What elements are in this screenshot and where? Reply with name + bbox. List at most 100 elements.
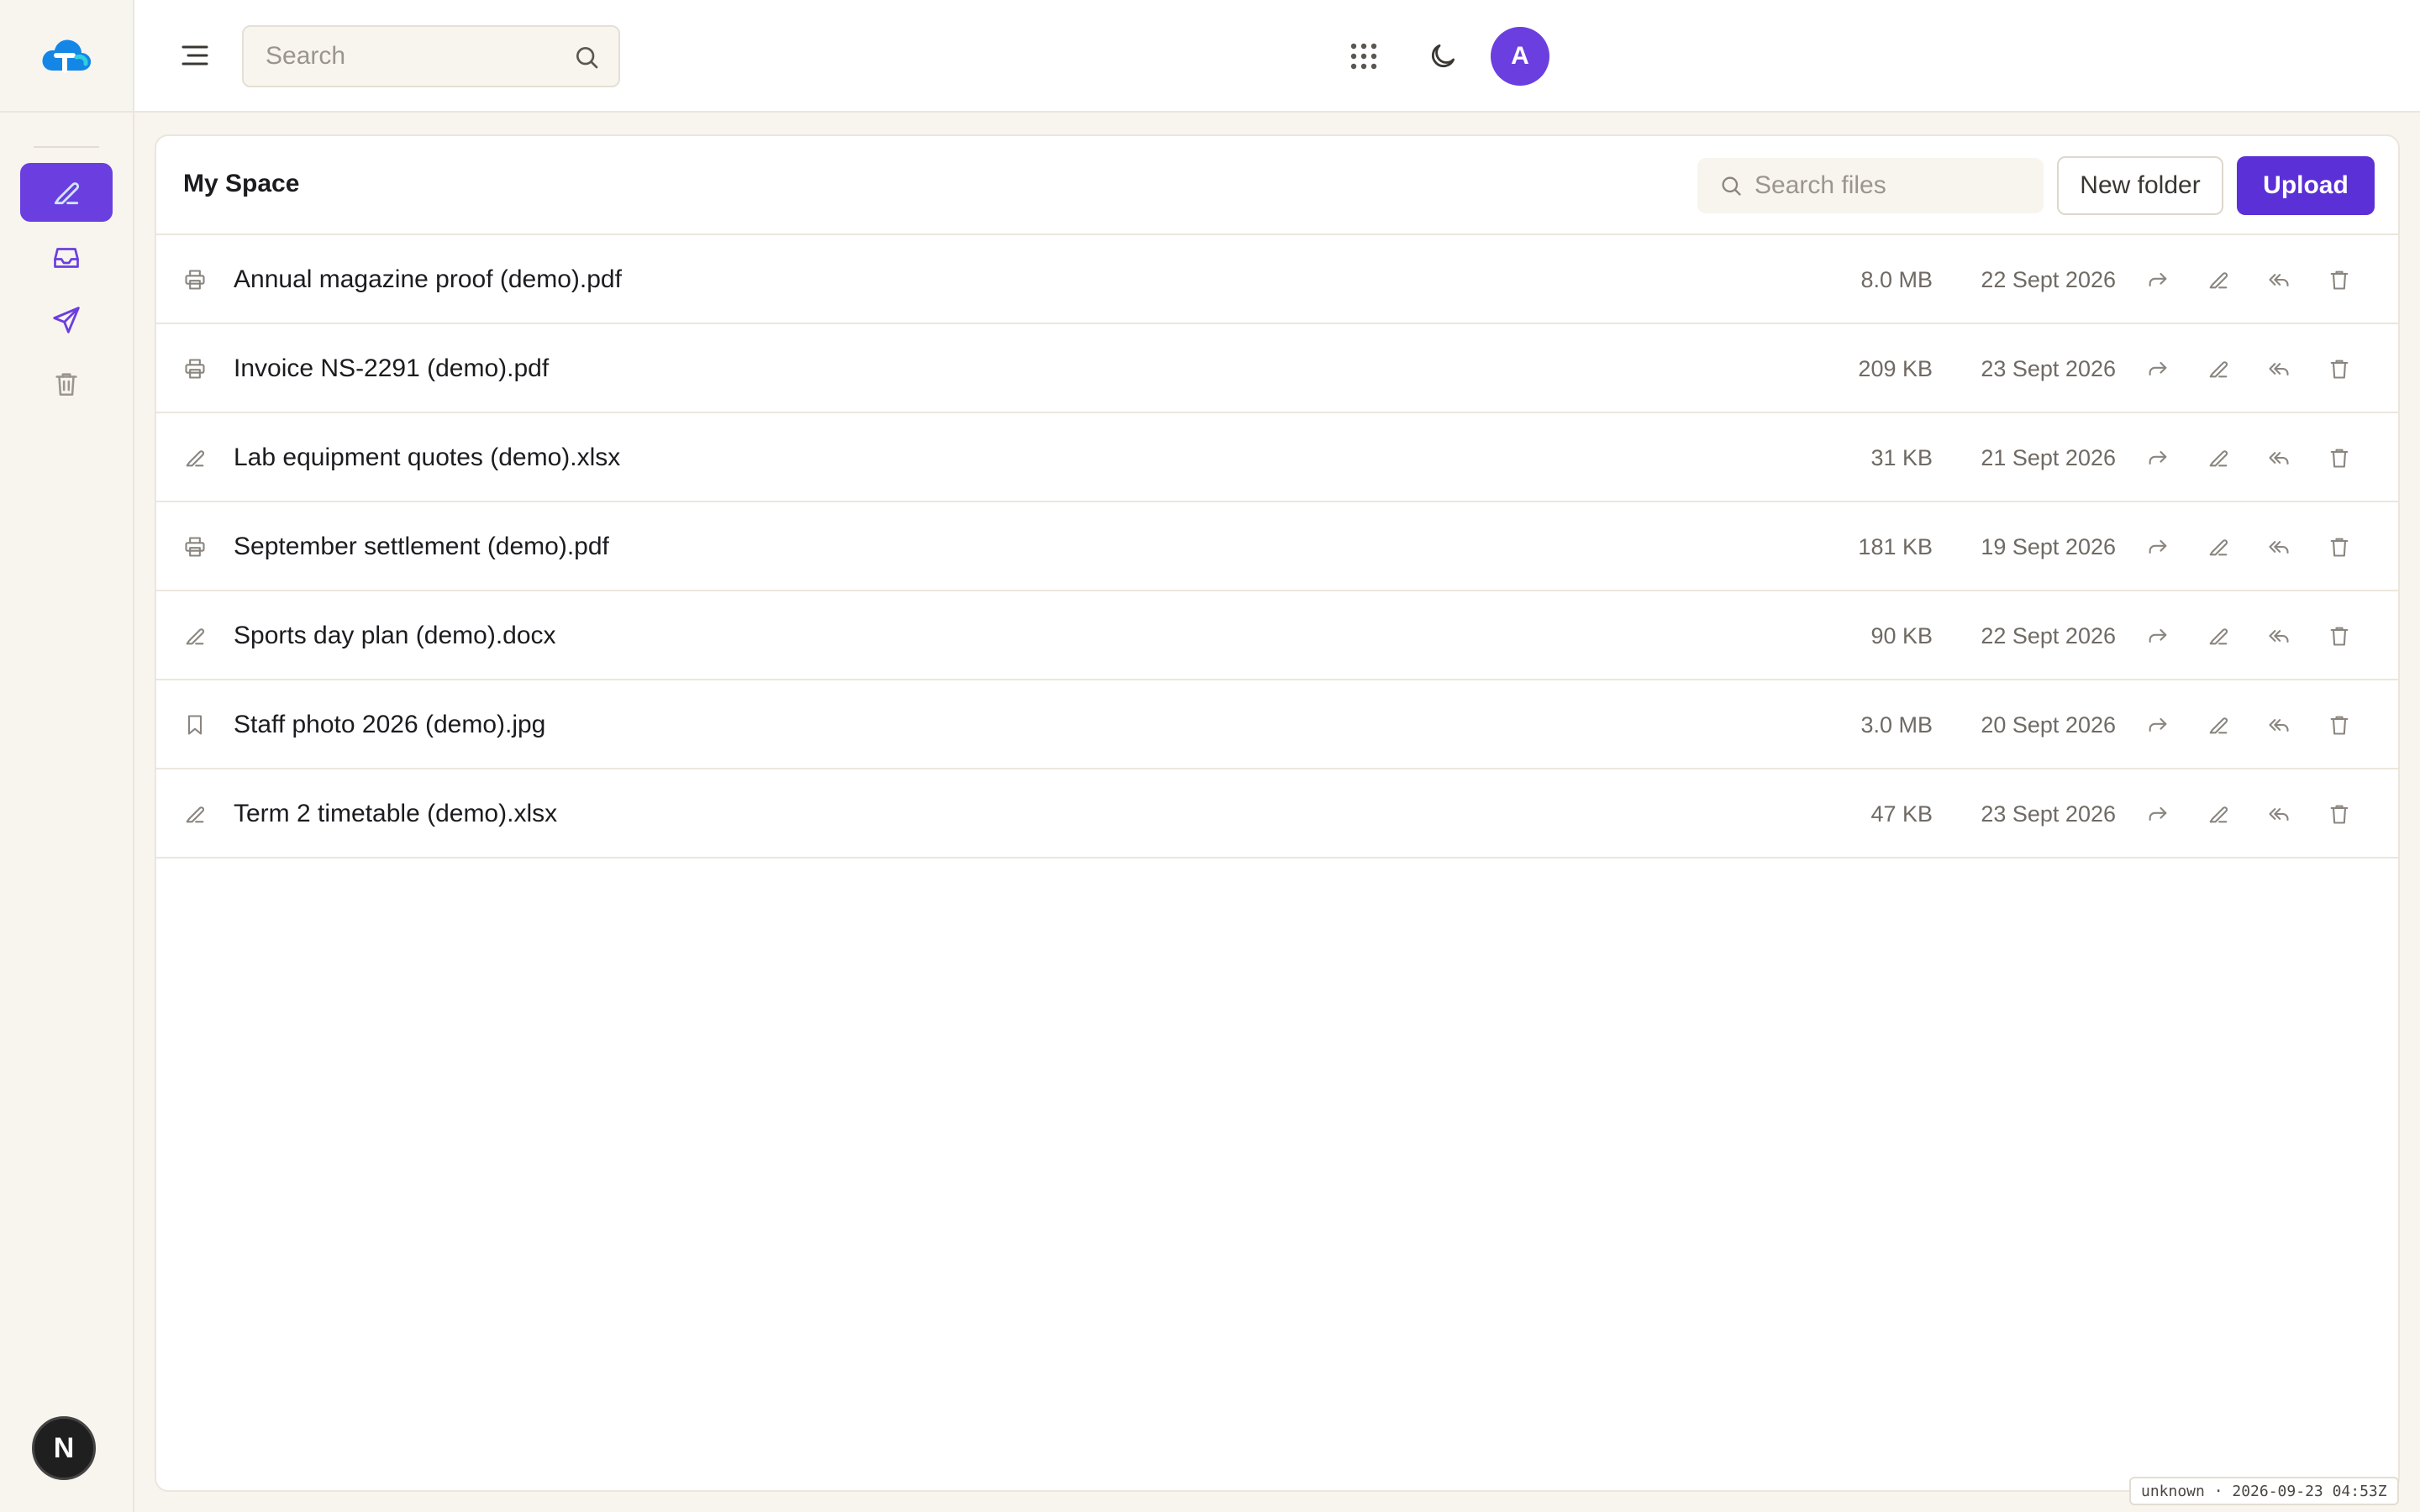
edit-button[interactable]	[2203, 532, 2233, 562]
global-search	[242, 25, 620, 87]
user-avatar[interactable]: A	[1491, 27, 1549, 86]
file-row[interactable]: Invoice NS-2291 (demo).pdf 209 KB 23 Sept …	[156, 324, 2398, 413]
delete-button[interactable]	[2324, 354, 2354, 384]
file-size: 181 KB	[1858, 534, 1933, 559]
reply-all-button[interactable]	[2264, 799, 2294, 829]
trash-icon	[55, 373, 77, 396]
inbox-icon	[54, 248, 79, 268]
search-icon	[1722, 176, 1741, 196]
trash-icon	[2330, 270, 2349, 290]
forward-button[interactable]	[2143, 443, 2173, 473]
printer-icon	[183, 535, 207, 559]
trash-icon	[2330, 449, 2349, 468]
bookmark-icon	[183, 713, 207, 737]
rail-item-sent[interactable]	[20, 291, 113, 349]
file-date: 20 Sept 2026	[1981, 712, 2116, 738]
forward-button[interactable]	[2143, 621, 2173, 651]
delete-button[interactable]	[2324, 443, 2354, 473]
file-date: 19 Sept 2026	[1981, 534, 2116, 559]
reply-all-icon	[2269, 808, 2289, 822]
file-search	[1697, 158, 2044, 213]
edit-button[interactable]	[2203, 799, 2233, 829]
file-date: 21 Sept 2026	[1981, 445, 2116, 470]
moon-icon	[1431, 44, 1455, 68]
file-name[interactable]: Sports day plan (demo).docx	[234, 622, 556, 650]
file-row[interactable]: Term 2 timetable (demo).xlsx 47 KB 23 Sept…	[156, 769, 2398, 858]
file-size: 8.0 MB	[1860, 267, 1933, 292]
file-search-input[interactable]	[1754, 171, 2023, 200]
forward-button[interactable]	[2143, 354, 2173, 384]
forward-button[interactable]	[2143, 532, 2173, 562]
file-row[interactable]: September settlement (demo).pdf 181 KB 19 …	[156, 502, 2398, 591]
pencil-icon	[2209, 272, 2228, 289]
upload-button[interactable]: Upload	[2237, 156, 2375, 215]
forward-button[interactable]	[2143, 710, 2173, 740]
reply-all-icon	[2269, 630, 2289, 643]
delete-button[interactable]	[2324, 265, 2354, 295]
rail-item-trash[interactable]	[20, 354, 113, 413]
reply-all-icon	[2269, 363, 2289, 376]
file-size: 31 KB	[1870, 445, 1933, 470]
forward-button[interactable]	[2143, 799, 2173, 829]
trash-icon	[2330, 716, 2349, 735]
file-size: 209 KB	[1858, 356, 1933, 381]
file-name[interactable]: September settlement (demo).pdf	[234, 533, 609, 561]
reply-all-button[interactable]	[2264, 354, 2294, 384]
reply-all-icon	[2269, 274, 2289, 287]
cloud-logo-icon	[42, 39, 92, 73]
delete-button[interactable]	[2324, 532, 2354, 562]
forward-icon	[2149, 361, 2167, 376]
search-icon[interactable]	[573, 44, 600, 71]
rail-item-inbox[interactable]	[20, 228, 113, 287]
edit-button[interactable]	[2203, 621, 2233, 651]
hamburger-menu-icon	[182, 45, 208, 66]
edit-button[interactable]	[2203, 354, 2233, 384]
menu-button[interactable]	[175, 35, 215, 76]
delete-button[interactable]	[2324, 799, 2354, 829]
new-folder-button[interactable]: New folder	[2057, 156, 2223, 215]
bottom-avatar[interactable]: N	[32, 1416, 96, 1480]
reply-all-button[interactable]	[2264, 621, 2294, 651]
file-name[interactable]: Annual magazine proof (demo).pdf	[234, 265, 622, 294]
file-name[interactable]: Term 2 timetable (demo).xlsx	[234, 800, 557, 828]
pencil-icon	[183, 624, 207, 648]
my-space-panel: My Space New folder Upload Annual magazi…	[155, 134, 2400, 1492]
page-title: My Space	[183, 170, 300, 197]
top-bar: A	[134, 0, 2420, 113]
footer-stamp: unknown · 2026-09-23 04:53Z	[2129, 1477, 2399, 1505]
file-row[interactable]: Staff photo 2026 (demo).jpg 3.0 MB 20 Sept…	[156, 680, 2398, 769]
delete-button[interactable]	[2324, 710, 2354, 740]
pencil-icon	[183, 802, 207, 826]
file-name[interactable]: Invoice NS-2291 (demo).pdf	[234, 354, 549, 383]
reply-all-button[interactable]	[2264, 532, 2294, 562]
global-search-input[interactable]	[266, 42, 551, 71]
file-row[interactable]: Lab equipment quotes (demo).xlsx 31 KB 21 …	[156, 413, 2398, 502]
forward-button[interactable]	[2143, 265, 2173, 295]
file-row[interactable]: Annual magazine proof (demo).pdf 8.0 MB 22…	[156, 235, 2398, 324]
edit-button[interactable]	[2203, 443, 2233, 473]
file-name[interactable]: Staff photo 2026 (demo).jpg	[234, 711, 545, 739]
pencil-icon	[2209, 361, 2228, 378]
left-rail: N	[0, 0, 134, 1512]
rail-divider	[34, 146, 99, 148]
file-row[interactable]: Sports day plan (demo).docx 90 KB 22 Sept …	[156, 591, 2398, 680]
reply-all-button[interactable]	[2264, 443, 2294, 473]
reply-all-button[interactable]	[2264, 265, 2294, 295]
rail-item-edit[interactable]	[20, 163, 113, 222]
edit-button[interactable]	[2203, 710, 2233, 740]
printer-icon	[183, 268, 207, 291]
file-name[interactable]: Lab equipment quotes (demo).xlsx	[234, 444, 620, 472]
reply-all-icon	[2269, 452, 2289, 465]
file-size: 90 KB	[1870, 623, 1933, 648]
panel-header: My Space New folder Upload	[156, 136, 2398, 235]
file-date: 23 Sept 2026	[1981, 801, 2116, 827]
apps-grid-button[interactable]	[1343, 35, 1385, 77]
reply-all-button[interactable]	[2264, 710, 2294, 740]
dark-mode-toggle[interactable]	[1422, 35, 1464, 77]
delete-button[interactable]	[2324, 621, 2354, 651]
grid-icon	[1350, 43, 1377, 70]
logo[interactable]	[0, 0, 133, 113]
edit-button[interactable]	[2203, 265, 2233, 295]
trash-icon	[2330, 805, 2349, 824]
file-date: 22 Sept 2026	[1981, 623, 2116, 648]
